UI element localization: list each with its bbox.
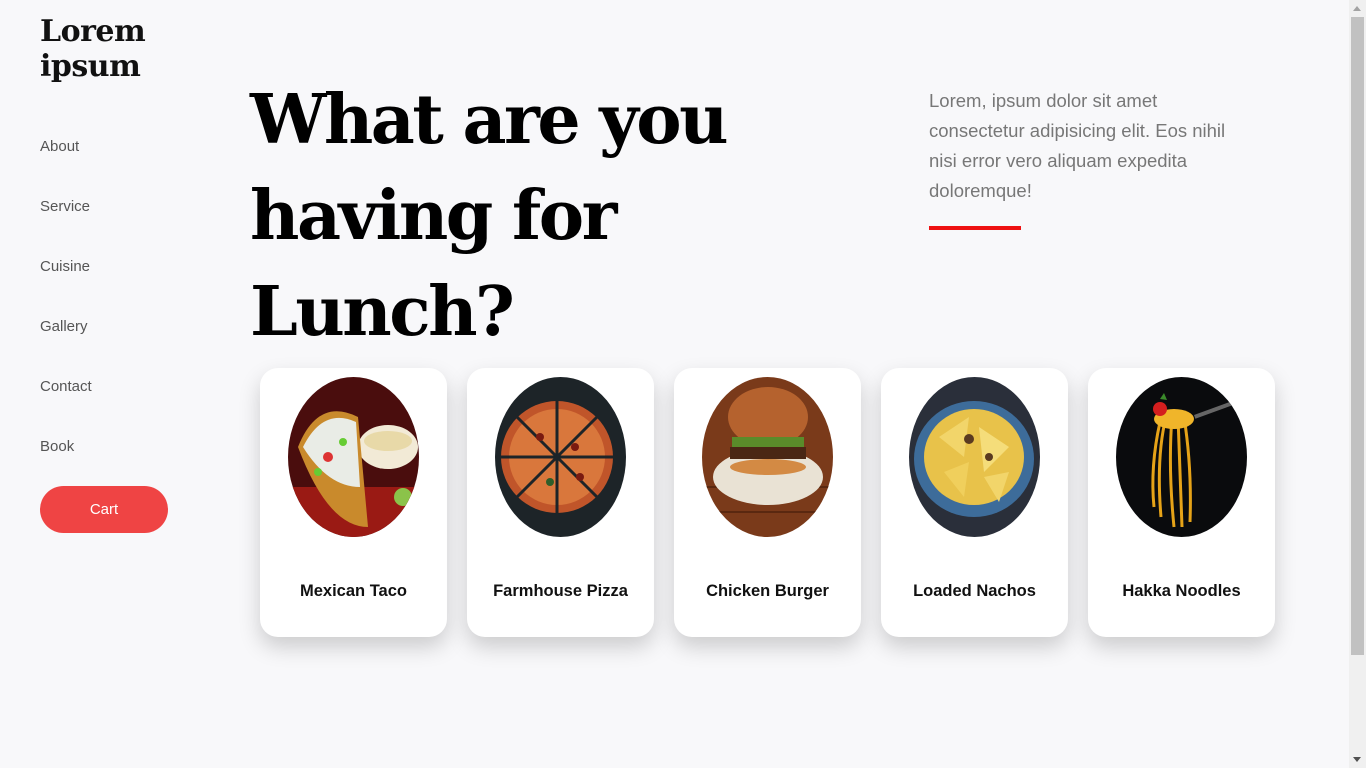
dish-name: Chicken Burger [706, 582, 829, 600]
nav-item-gallery[interactable]: Gallery [40, 319, 210, 379]
dish-name: Farmhouse Pizza [493, 582, 628, 600]
dish-name: Mexican Taco [300, 582, 407, 600]
taco-image [288, 377, 419, 537]
scroll-down-icon[interactable] [1353, 757, 1361, 762]
accent-underline [929, 226, 1021, 230]
nav-item-about[interactable]: About [40, 139, 210, 199]
hero-intro: Lorem, ipsum dolor sit amet consectetur … [929, 90, 1226, 201]
vertical-scrollbar[interactable] [1349, 0, 1366, 768]
dish-card-burger[interactable]: Chicken Burger [674, 368, 861, 637]
sidebar: Lorem ipsum About Service Cuisine Galler… [40, 14, 210, 533]
noodles-image [1116, 377, 1247, 537]
nav-menu: About Service Cuisine Gallery Contact Bo… [40, 139, 210, 499]
dish-card-noodles[interactable]: Hakka Noodles [1088, 368, 1275, 637]
nav-item-service[interactable]: Service [40, 199, 210, 259]
nachos-image [909, 377, 1040, 537]
dish-card-taco[interactable]: Mexican Taco [260, 368, 447, 637]
dish-name: Loaded Nachos [913, 582, 1036, 600]
dish-card-pizza[interactable]: Farmhouse Pizza [467, 368, 654, 637]
dish-cards: Mexican Taco Farmhouse Pizza Chicken Bur… [260, 368, 1275, 637]
nav-item-cuisine[interactable]: Cuisine [40, 259, 210, 319]
pizza-image [495, 377, 626, 537]
brand-logo[interactable]: Lorem ipsum [40, 14, 180, 84]
scrollbar-thumb[interactable] [1351, 17, 1364, 655]
cart-button[interactable]: Cart [40, 486, 168, 533]
dish-name: Hakka Noodles [1122, 582, 1241, 600]
dish-card-nachos[interactable]: Loaded Nachos [881, 368, 1068, 637]
scroll-up-icon[interactable] [1353, 6, 1361, 11]
hero-headline: What are you having for Lunch? [250, 80, 729, 352]
nav-item-contact[interactable]: Contact [40, 379, 210, 439]
burger-image [702, 377, 833, 537]
